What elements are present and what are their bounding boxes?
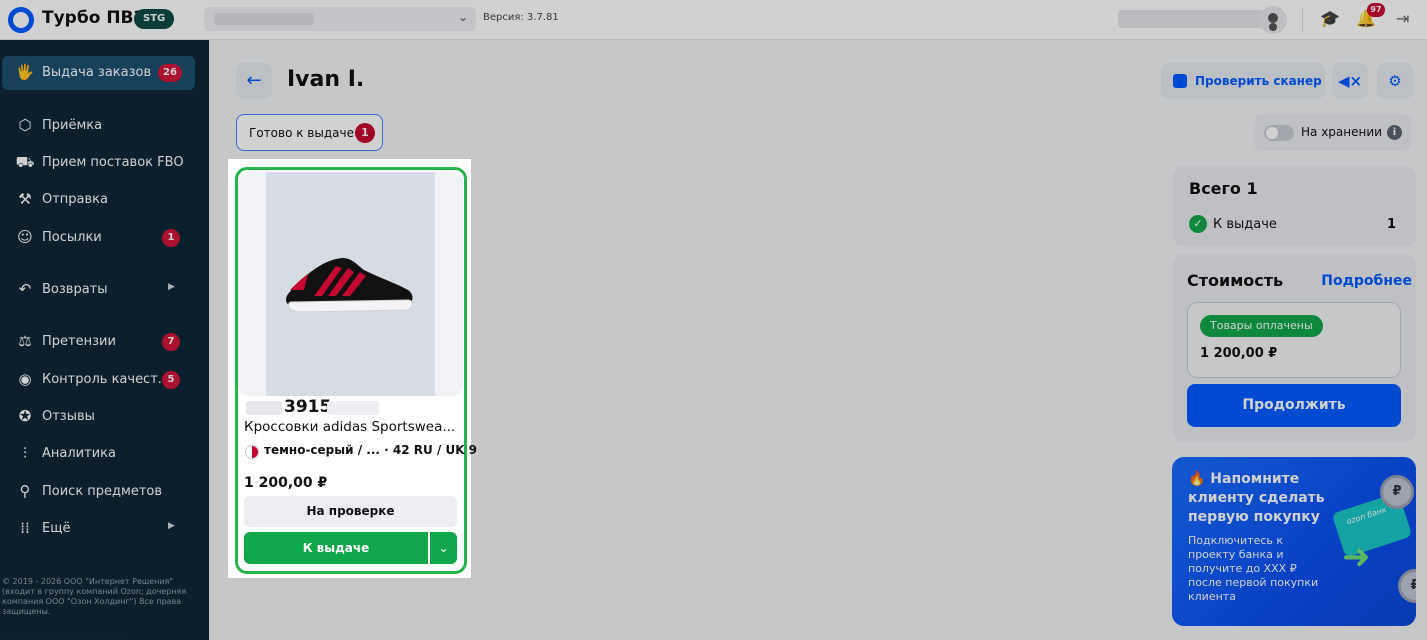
product-article: 3915: [284, 397, 332, 417]
product-price: 1 200,00 ₽: [244, 475, 328, 491]
article-suffix-redacted: [327, 401, 379, 415]
product-variant: темно-серый / ... · 42 RU / UK 9: [264, 443, 478, 457]
article-prefix-redacted: [246, 401, 282, 415]
product-name: Кроссовки adidas Sportswea...: [244, 419, 456, 435]
color-swatch-icon: [245, 445, 259, 459]
issue-dropdown-button[interactable]: ⌄: [430, 532, 457, 564]
dim-overlay: [0, 0, 1427, 640]
issue-button[interactable]: К выдаче: [244, 532, 428, 564]
sneaker-image: [286, 258, 413, 313]
chevron-down-icon: ⌄: [438, 541, 449, 555]
sneaker-sole: [287, 299, 413, 313]
on-review-button[interactable]: На проверке: [244, 496, 457, 527]
